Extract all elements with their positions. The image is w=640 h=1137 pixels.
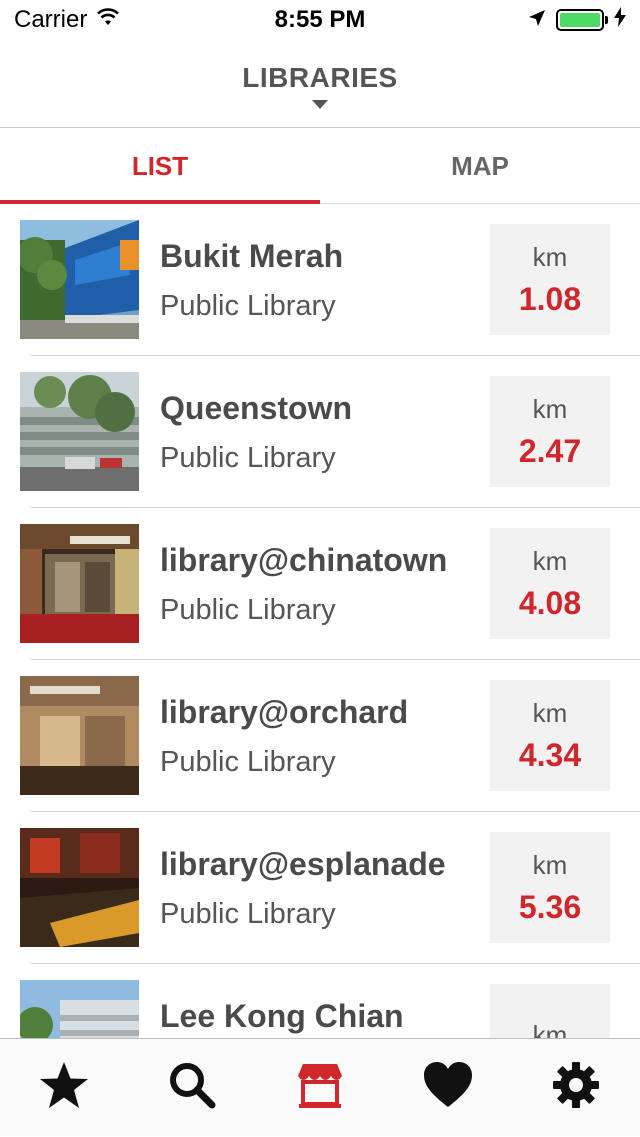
list-item[interactable]: library@esplanade Public Library km 5.36	[0, 812, 640, 964]
store-icon[interactable]	[295, 1060, 345, 1115]
distance-unit: km	[532, 241, 568, 272]
library-name: library@esplanade	[160, 846, 446, 882]
wifi-icon	[95, 6, 121, 34]
distance-value: 4.34	[518, 736, 582, 773]
distance-value: 4.08	[518, 584, 582, 621]
carrier-label: Carrier	[14, 6, 88, 33]
distance-unit: km	[532, 393, 568, 424]
distance-badge: km 1.08	[490, 224, 610, 335]
library-photo	[20, 524, 139, 643]
tab-map[interactable]: MAP	[320, 129, 640, 203]
library-name: library@orchard	[160, 694, 409, 730]
library-name: Lee Kong Chian	[160, 998, 404, 1034]
star-icon[interactable]	[38, 1060, 90, 1115]
list-item[interactable]: library@chinatown Public Library km 4.08	[0, 508, 640, 660]
library-name: Bukit Merah	[160, 238, 344, 274]
tab-list[interactable]: LIST	[0, 129, 320, 204]
library-name: library@chinatown	[160, 542, 448, 578]
library-name: Queenstown	[160, 390, 353, 426]
distance-value: 5.36	[518, 888, 582, 925]
library-photo	[20, 828, 139, 947]
library-photo	[20, 676, 139, 795]
distance-unit: km	[532, 1020, 568, 1038]
distance-unit: km	[532, 697, 568, 728]
library-list[interactable]: Bukit Merah Public Library km 1.08 Queen	[0, 204, 640, 1038]
search-icon[interactable]	[167, 1060, 217, 1115]
distance-badge: km	[490, 984, 610, 1038]
distance-badge: km 4.08	[490, 528, 610, 639]
tabbar-favourites[interactable]	[384, 1039, 512, 1137]
status-right	[426, 6, 626, 34]
caret-down-icon[interactable]	[312, 100, 328, 109]
bottom-tab-bar	[0, 1038, 640, 1136]
library-type: Public Library	[160, 594, 336, 626]
status-bar: Carrier 8:55 PM	[0, 0, 640, 40]
library-type: Public Library	[160, 898, 336, 930]
library-photo	[20, 372, 139, 491]
location-arrow-icon	[528, 6, 546, 34]
list-item[interactable]: Lee Kong Chian Public Library km	[0, 964, 640, 1038]
tabbar-search[interactable]	[128, 1039, 256, 1137]
distance-badge: km 2.47	[490, 376, 610, 487]
status-left: Carrier	[14, 6, 214, 34]
page-title[interactable]: LIBRARIES	[242, 62, 397, 94]
library-photo	[20, 980, 139, 1038]
segment-tabs: LIST MAP	[0, 129, 640, 204]
library-type: Public Library	[160, 290, 336, 322]
tabbar-settings[interactable]	[512, 1039, 640, 1137]
distance-value: 2.47	[518, 432, 582, 469]
distance-unit: km	[532, 849, 568, 880]
list-item[interactable]: library@orchard Public Library km 4.34	[0, 660, 640, 812]
list-item[interactable]: Bukit Merah Public Library km 1.08	[0, 204, 640, 356]
library-type: Public Library	[160, 746, 336, 778]
tabbar-libraries[interactable]	[256, 1039, 384, 1137]
charging-bolt-icon	[614, 6, 626, 34]
tabbar-featured[interactable]	[0, 1039, 128, 1137]
library-photo	[20, 220, 139, 339]
list-item[interactable]: Queenstown Public Library km 2.47	[0, 356, 640, 508]
distance-unit: km	[532, 545, 568, 576]
battery-icon	[556, 9, 608, 31]
gear-icon[interactable]	[551, 1060, 601, 1115]
distance-badge: km 4.34	[490, 680, 610, 791]
library-type: Public Library	[160, 442, 336, 474]
heart-icon[interactable]	[422, 1061, 474, 1114]
nav-header[interactable]: LIBRARIES	[0, 40, 640, 128]
distance-value: 1.08	[518, 280, 582, 317]
distance-badge: km 5.36	[490, 832, 610, 943]
